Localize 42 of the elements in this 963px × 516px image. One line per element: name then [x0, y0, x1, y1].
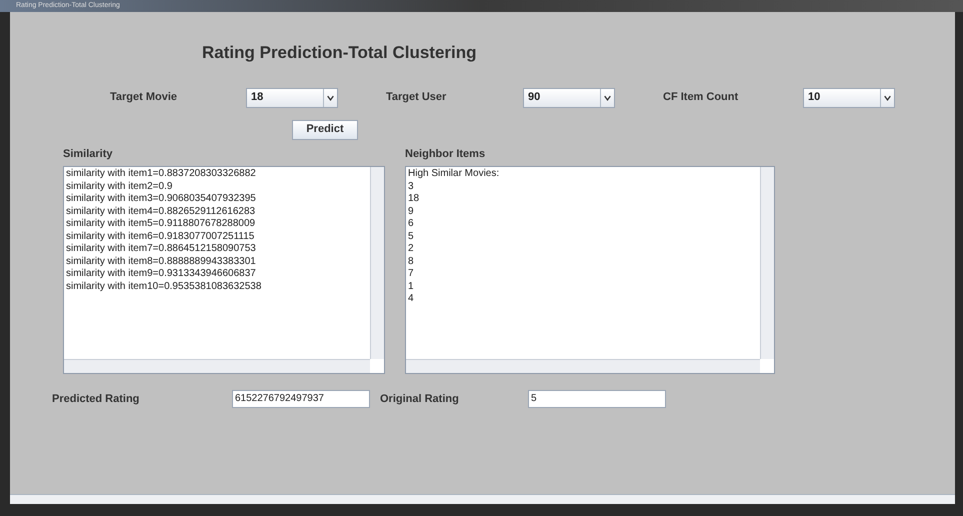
vertical-scrollbar[interactable] — [370, 167, 384, 359]
text-line: similarity with item8=0.8888889943383301 — [66, 256, 257, 268]
horizontal-scrollbar[interactable] — [10, 494, 955, 504]
text-line: 7 — [408, 268, 415, 280]
text-line: 4 — [408, 293, 415, 306]
field-label: CF Item Count — [663, 90, 740, 106]
field-label: Target Movie — [110, 90, 178, 106]
field-label: Predicted Rating — [52, 392, 140, 407]
text-line: High Similar Movies: — [408, 168, 500, 180]
text-area[interactable] — [63, 166, 385, 374]
text-line: similarity with item4=0.8826529112616283 — [66, 206, 256, 218]
heading: Rating Prediction-Total Clustering — [202, 42, 478, 64]
text-line: similarity with item2=0.9 — [66, 180, 174, 193]
text-line: 3 — [408, 180, 415, 193]
value-field[interactable]: 5 — [528, 390, 666, 408]
area-label: Similarity — [63, 146, 114, 162]
text-area[interactable]: High Similar Movies: 3 18 9 6 5 2 8 7 1 4 — [405, 166, 775, 374]
text-line: similarity with item7=0.8864512158090753 — [66, 243, 257, 256]
dropdown[interactable]: 18 — [246, 88, 338, 108]
text-line: similarity with item6=0.9183077007251115 — [66, 230, 256, 243]
field-label: Original Rating — [380, 392, 460, 407]
text-line: 6 — [408, 218, 415, 230]
text-line: 8 — [408, 256, 415, 268]
text-line: 9 — [408, 206, 415, 218]
dropdown[interactable]: 10 — [803, 88, 895, 108]
vertical-scrollbar[interactable] — [760, 167, 774, 359]
text-line: similarity with item3=0.9068035407932395 — [66, 193, 257, 206]
text-line: 2 — [408, 243, 415, 256]
horizontal-scrollbar[interactable] — [406, 359, 760, 373]
text-line: similarity with item1=0.8837208303326882 — [66, 168, 257, 180]
text-line: 5 — [408, 230, 415, 243]
text-line: 1 — [408, 280, 415, 293]
dropdown[interactable]: 90 — [523, 88, 615, 108]
text-line: similarity with item10=0.9535381083632538 — [66, 280, 262, 293]
text-line: 18 — [408, 193, 420, 206]
horizontal-scrollbar[interactable] — [64, 359, 370, 373]
text-line: similarity with item9=0.9313343946606837 — [66, 268, 257, 280]
value-field[interactable]: 6152276792497937 — [232, 390, 370, 408]
predict-button[interactable]: Predict — [292, 120, 358, 140]
area-label: Neighbor Items — [405, 146, 486, 162]
field-label: Target User — [386, 90, 448, 106]
text-line: similarity with item5=0.9118807678288009 — [66, 218, 256, 230]
